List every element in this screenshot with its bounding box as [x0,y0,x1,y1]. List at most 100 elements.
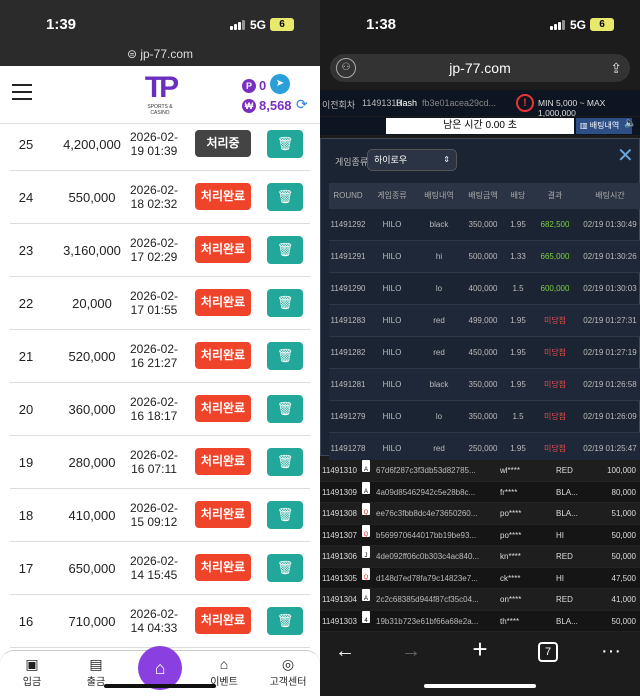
card-icon: 4 [362,610,370,624]
bet-limits: MIN 5,000 ~ MAX 1,000,000 [538,98,606,118]
new-tab-icon[interactable]: + [465,634,495,665]
points-display: P 0 [242,78,266,93]
url-bar[interactable]: ⊜ jp-77.com [0,44,320,66]
cell-pick: lo [435,284,443,293]
row-date: 2026-02- 19 01:39 [129,130,179,158]
feed-pick: BLA... [556,509,578,518]
status-badge: 처리완료 [195,554,251,581]
row-number: 21 [18,349,34,364]
tabs-button[interactable]: 7 [538,642,558,662]
site-logo[interactable]: TP SPORTS & CASINO [140,72,180,117]
telegram-icon[interactable]: ➤ [270,74,290,94]
cell-odds: 1.33 [510,252,526,261]
home-icon: ⌂ [154,658,166,678]
feed-amount: 50,000 [611,530,636,540]
delete-button[interactable]: 🗑 [267,448,303,476]
speaker-icon[interactable]: 🔈 [624,118,636,129]
tracker-icon[interactable]: ⚇ [336,58,356,78]
trash-icon: 🗑 [276,295,294,310]
status-badge: 처리완료 [195,289,251,316]
delete-button[interactable]: 🗑 [267,342,303,370]
row-date: 2026-02- 14 04:33 [129,607,179,635]
cell-amount: 450,000 [468,348,498,357]
feed-pick: RED [556,595,573,604]
menu-icon[interactable] [12,84,32,100]
cell-round: 11491282 [330,348,366,357]
feed-user: wl**** [500,466,521,475]
card-icon: Q [362,567,370,581]
url-text: jp-77.com [140,47,194,61]
trash-icon: 🗑 [276,189,294,204]
cell-pick: lo [435,412,443,421]
status-bar: 1:38 5G 6 [320,0,640,52]
table-row: 16 710,000 2026-02- 14 04:33 처리완료 🗑 [10,595,310,648]
list-item: 11491308 Qee76c3fbb8dc4e73650260... po****… [320,503,640,525]
table-row: 11491279 HILO lo 350,000 1.5 미당첨 02/19 01:26:0… [329,401,640,433]
signal-icon [230,20,245,30]
delete-button[interactable]: 🗑 [267,395,303,423]
cell-pick: hi [435,252,443,261]
row-date: 2026-02- 14 15:45 [129,554,179,582]
table-row: 21 520,000 2026-02- 16 21:27 처리완료 🗑 [10,330,310,383]
more-icon[interactable]: ··· [596,640,626,663]
column-header: 배당 [510,191,526,200]
nav-support[interactable]: ◎ 고객센터 [258,655,318,688]
table-row: 19 280,000 2026-02- 16 07:11 처리완료 🗑 [10,436,310,489]
trash-icon: 🗑 [276,454,294,469]
row-number: 16 [18,614,34,629]
forward-icon[interactable]: → [396,640,426,663]
trash-icon: 🗑 [276,401,294,416]
won-icon: ₩ [242,98,256,113]
column-header: ROUND [333,191,363,200]
table-row: 18 410,000 2026-02- 15 09:12 처리완료 🗑 [10,489,310,542]
cell-time: 02/19 01:30:26 [583,252,637,261]
remaining-time: 남은 시간 0.00 초 [386,118,574,134]
cell-result: 미당첨 [543,316,567,325]
delete-button[interactable]: 🗑 [267,289,303,317]
feed-amount: 50,000 [611,552,636,561]
url-bar[interactable]: ⚇ jp-77.com ⇪ [330,54,630,82]
delete-button[interactable]: 🗑 [267,183,303,211]
nav-deposit[interactable]: ▣ 입금 [2,655,62,688]
table-row: 23 3,160,000 2026-02- 17 02:29 처리완료 🗑 [10,224,310,277]
feed-user: kn**** [500,552,521,561]
table-row: 11491282 HILO red 450,000 1.95 미당첨 02/19 01:27… [329,337,640,369]
timer-bar: 남은 시간 0.00 초 ▥ 배팅내역 🔈 [320,117,640,135]
delete-button[interactable]: 🗑 [267,607,303,635]
gift-icon: ⌂ [219,656,229,672]
balance-display: ₩ 8,568 [242,98,292,113]
balance-value: 8,568 [259,98,292,113]
delete-button[interactable]: 🗑 [267,501,303,529]
delete-button[interactable]: 🗑 [267,130,303,158]
close-icon[interactable]: ✕ [617,143,634,168]
chevron-updown-icon: ⇕ [443,155,450,164]
feed-hash: 67d6f287c3f3db53d82785... [376,466,476,475]
cell-game: HILO [382,220,402,229]
refresh-icon[interactable]: ⟳ [296,96,308,113]
cell-game: HILO [382,412,402,421]
column-header: 배팅금액 [468,191,498,200]
feed-hash: d148d7ed78fa79c14823e7... [376,573,478,583]
cell-amount: 499,000 [468,316,498,325]
cell-odds: 1.5 [512,412,524,421]
list-item: 11491303 4 19b31b723e61bf66a68e2a... th****… [320,610,640,632]
lock-icon: ⊜ [126,47,141,61]
table-header: ROUND 게임종류 배팅내역 배팅금액 배당 결과 배팅시간 [329,183,640,209]
table-row: 11491291 HILO hi 500,000 1.33 665,000 02/19 01… [329,241,640,273]
row-date: 2026-02- 16 07:11 [129,448,179,476]
delete-button[interactable]: 🗑 [267,554,303,582]
feed-user: on**** [500,595,522,604]
back-icon[interactable]: ← [330,640,360,663]
feed-amount: 41,000 [611,595,636,604]
game-type-select[interactable]: 하이로우 ⇕ [367,149,457,171]
cell-amount: 500,000 [468,252,498,261]
share-icon[interactable]: ⇪ [610,54,622,82]
row-number: 23 [18,243,34,258]
cell-game: HILO [382,284,402,293]
feed-round: 11491307 [322,530,357,540]
cell-result: 미당첨 [543,412,567,421]
delete-button[interactable]: 🗑 [267,236,303,264]
feed-pick: RED [556,552,573,561]
cell-result: 600,000 [540,284,570,293]
status-time: 1:38 [366,16,397,33]
